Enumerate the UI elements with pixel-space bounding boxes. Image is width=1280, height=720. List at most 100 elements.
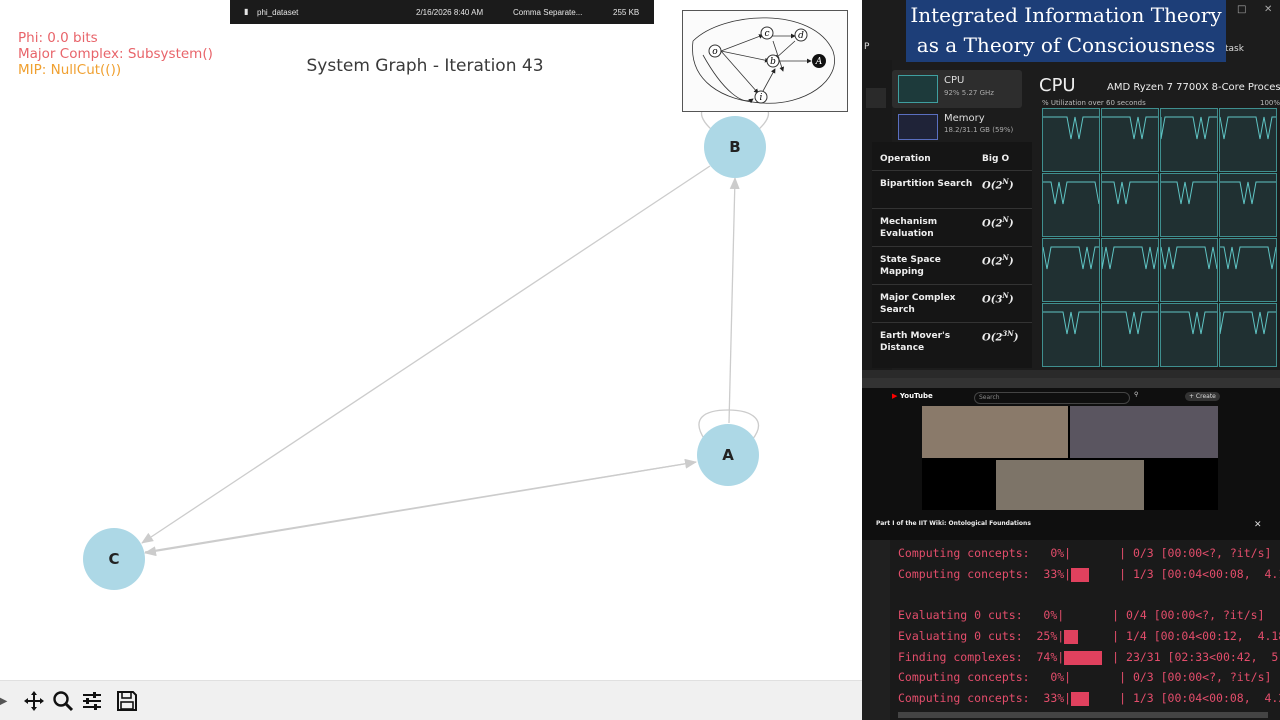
big-o-operation: Earth Mover's Distance bbox=[880, 331, 951, 353]
cpu-core-graph bbox=[1101, 303, 1159, 367]
progress-label: Computing concepts: 0%| bbox=[898, 546, 1072, 560]
file-date: 2/16/2026 8:40 AM bbox=[416, 8, 484, 17]
progress-line: Finding complexes: 74%| | 23/31 [02:33<00… bbox=[898, 650, 1280, 665]
search-icon[interactable]: ⚲ bbox=[1134, 391, 1138, 398]
thumb-node-b: b bbox=[770, 57, 776, 67]
progress-stats: | 1/4 [00:04<00:12, 4.18s/it] bbox=[1112, 629, 1280, 643]
big-o-operation: Bipartition Search bbox=[880, 179, 973, 189]
thumb-node-i: i bbox=[760, 93, 763, 103]
cpu-label: CPU bbox=[944, 75, 965, 86]
participant-tile-1 bbox=[922, 406, 1068, 458]
memory-mini-graph bbox=[898, 114, 938, 140]
memory-usage: 18.2/31.1 GB (59%) bbox=[944, 126, 1014, 134]
terminal-scrollbar[interactable] bbox=[898, 712, 1268, 718]
plot-toolbar: ▶ bbox=[0, 680, 862, 720]
cpu-core-graph bbox=[1219, 238, 1277, 302]
close-icon[interactable]: ✕ bbox=[1254, 520, 1262, 530]
utilization-caption: % Utilization over 60 seconds bbox=[1042, 99, 1146, 107]
cpu-core-graph bbox=[1101, 238, 1159, 302]
progress-stats: | 0/3 [00:00<?, ?it/s] bbox=[1119, 670, 1272, 684]
video-player[interactable] bbox=[922, 406, 1218, 510]
cpu-core-graph bbox=[1219, 108, 1277, 172]
file-size: 255 KB bbox=[613, 8, 640, 17]
magnifier-icon[interactable] bbox=[51, 689, 75, 713]
file-name: phi_dataset bbox=[257, 8, 299, 17]
big-o-row: State Space Mapping O(2N) bbox=[872, 246, 1032, 285]
tm-memory-item[interactable]: Memory 18.2/31.1 GB (59%) bbox=[892, 108, 1022, 142]
progress-line: Computing concepts: 0%| | 0/3 [00:00<?, ?… bbox=[898, 670, 1271, 685]
thumb-node-c: c bbox=[764, 29, 769, 39]
progress-line: Computing concepts: 0%| | 0/3 [00:00<?, ?… bbox=[898, 546, 1271, 561]
processor-name: AMD Ryzen 7 7700X 8-Core Processor bbox=[1107, 82, 1280, 93]
tm-nav-icon[interactable] bbox=[866, 88, 886, 108]
big-o-complexity: O(2N) bbox=[982, 253, 1014, 268]
big-o-complexity: O(23N) bbox=[982, 329, 1019, 344]
node-c: C bbox=[83, 528, 145, 590]
thumb-node-o: o bbox=[712, 47, 718, 57]
progress-label: Computing concepts: 33%| bbox=[898, 691, 1072, 705]
progress-stats: | 0/4 [00:00<?, ?it/s] bbox=[1112, 608, 1265, 622]
progress-bar bbox=[1071, 691, 1090, 706]
tm-run-task[interactable]: task bbox=[1225, 44, 1244, 54]
progress-label: Computing concepts: 0%| bbox=[898, 670, 1072, 684]
progress-label: Evaluating 0 cuts: 25%| bbox=[898, 629, 1065, 643]
causal-diagram-thumbnail: c d o b A i bbox=[682, 10, 848, 112]
progress-line: Computing concepts: 33%| | 1/3 [00:04<00:… bbox=[898, 691, 1280, 706]
terminal-output: Computing concepts: 0%| | 0/3 [00:00<?, ?… bbox=[890, 540, 1280, 720]
create-button[interactable]: + Create bbox=[1185, 392, 1220, 401]
address-bar[interactable] bbox=[862, 378, 1280, 388]
big-o-header-operation: Operation bbox=[880, 154, 931, 164]
progress-line: Computing concepts: 33%| | 1/3 [00:04<00:… bbox=[898, 567, 1280, 582]
cpu-heading: CPU bbox=[1039, 75, 1076, 96]
youtube-search-input[interactable]: Search bbox=[974, 392, 1130, 404]
node-b-label: B bbox=[729, 138, 740, 156]
cpu-core-graph bbox=[1160, 108, 1218, 172]
progress-stats: | 1/3 [00:04<00:08, 4.11s/it] bbox=[1119, 567, 1280, 581]
big-o-operation: Mechanism Evaluation bbox=[880, 217, 938, 239]
tm-tab-p[interactable]: P bbox=[864, 42, 869, 52]
edge-b-to-c bbox=[141, 165, 711, 544]
window-restore-icon[interactable]: □ bbox=[1237, 4, 1246, 15]
thumb-node-a: A bbox=[815, 57, 823, 67]
max-utilization: 100% bbox=[1260, 99, 1280, 107]
video-title: Part I of the IIT Wiki: Ontological Foun… bbox=[876, 520, 1031, 527]
slide-title-line2: as a Theory of Consciousness bbox=[916, 33, 1216, 57]
cpu-core-graph bbox=[1219, 173, 1277, 237]
tm-cpu-item[interactable]: CPU 92% 5.27 GHz bbox=[892, 70, 1022, 108]
cpu-core-graph bbox=[1160, 238, 1218, 302]
cpu-core-graph bbox=[1042, 238, 1100, 302]
cpu-mini-graph bbox=[898, 75, 938, 103]
back-arrow-icon[interactable]: ▶ bbox=[0, 689, 14, 713]
cpu-core-graph bbox=[1101, 173, 1159, 237]
slide-title-banner: Integrated Information Theory as a Theor… bbox=[906, 0, 1226, 62]
youtube-logo[interactable]: ▶ YouTube bbox=[892, 392, 933, 400]
cpu-usage: 92% 5.27 GHz bbox=[944, 89, 994, 97]
progress-stats: | 23/31 [02:33<00:42, 5.37s/it] bbox=[1112, 650, 1280, 664]
participant-tile-3 bbox=[996, 460, 1144, 510]
file-type: Comma Separate... bbox=[513, 8, 583, 17]
node-c-label: C bbox=[108, 550, 119, 568]
browser-tabs[interactable] bbox=[862, 370, 1280, 378]
big-o-operation: Major Complex Search bbox=[880, 293, 956, 315]
progress-line: Evaluating 0 cuts: 25%| | 1/4 [00:04<00:1… bbox=[898, 629, 1280, 644]
progress-line: Evaluating 0 cuts: 0%| | 0/4 [00:00<?, ?i… bbox=[898, 608, 1265, 623]
progress-label: Computing concepts: 33%| bbox=[898, 567, 1072, 581]
file-explorer-row[interactable]: ▮ phi_dataset 2/16/2026 8:40 AM Comma Se… bbox=[230, 0, 654, 24]
progress-bar bbox=[1071, 567, 1090, 582]
floppy-disk-icon[interactable] bbox=[115, 689, 139, 713]
edge-a-to-c bbox=[144, 461, 697, 557]
progress-stats: | 1/3 [00:04<00:08, 4.21s/it] bbox=[1119, 691, 1280, 705]
big-o-header-complexity: Big O bbox=[982, 154, 1010, 164]
big-o-table: Operation Big O Bipartition Search O(2N) M… bbox=[872, 142, 1032, 368]
pan-arrows-icon[interactable] bbox=[22, 689, 46, 713]
browser-window: ▶ YouTube Search ⚲ + Create Part I of th… bbox=[862, 370, 1280, 540]
big-o-row: Mechanism Evaluation O(2N) bbox=[872, 208, 1032, 247]
cpu-core-graph bbox=[1042, 303, 1100, 367]
cpu-core-graph bbox=[1101, 108, 1159, 172]
window-close-icon[interactable]: ✕ bbox=[1264, 4, 1272, 15]
cpu-core-graph bbox=[1219, 303, 1277, 367]
sliders-icon[interactable] bbox=[80, 689, 104, 713]
cpu-core-graph bbox=[1160, 173, 1218, 237]
slide-title-line1: Integrated Information Theory bbox=[910, 3, 1222, 27]
big-o-row: Bipartition Search O(2N) bbox=[872, 170, 1032, 209]
